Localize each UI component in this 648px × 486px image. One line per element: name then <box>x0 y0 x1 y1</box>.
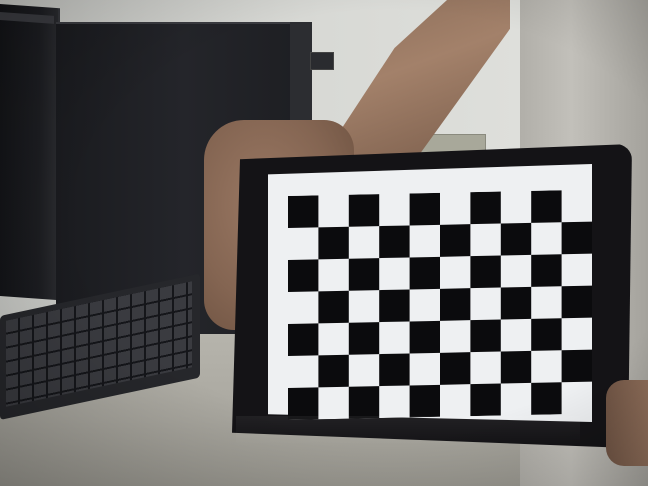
checker-square <box>470 255 501 289</box>
checker-square <box>318 354 349 388</box>
checker-square <box>531 190 562 223</box>
checker-square <box>561 349 592 383</box>
checker-square <box>318 290 349 324</box>
checker-square <box>500 350 532 384</box>
checker-square <box>409 320 440 354</box>
checker-square <box>379 225 410 259</box>
checker-square <box>409 384 440 418</box>
checker-square <box>440 288 471 321</box>
checker-square <box>409 256 440 290</box>
checker-square <box>348 258 380 291</box>
checker-square <box>379 353 410 387</box>
checker-square <box>318 226 349 260</box>
checkerboard-pattern <box>288 189 592 420</box>
checker-square <box>348 194 380 227</box>
checker-square <box>440 224 471 257</box>
checker-square <box>470 191 501 225</box>
checker-square <box>288 323 319 356</box>
checker-square <box>561 221 592 255</box>
checker-square <box>470 319 501 353</box>
checker-square <box>500 286 532 320</box>
checker-square <box>409 192 440 226</box>
checker-square <box>531 254 562 287</box>
checker-square <box>440 352 471 385</box>
checker-square <box>531 382 562 415</box>
checker-square <box>288 259 319 292</box>
photo-scene <box>0 0 648 486</box>
checker-square <box>288 195 319 228</box>
checkerboard-svg <box>288 189 592 420</box>
checker-square <box>470 383 501 417</box>
monitor <box>0 3 60 301</box>
right-hand <box>606 380 648 466</box>
pc-tower-port <box>310 52 334 70</box>
monitor-bezel <box>0 11 54 24</box>
checker-square <box>561 285 592 319</box>
checker-square <box>379 289 410 323</box>
tablet-edge-reflection <box>236 416 580 446</box>
checker-square <box>531 318 562 351</box>
checker-square <box>500 222 532 256</box>
checker-square <box>348 386 380 419</box>
checker-square <box>348 322 380 355</box>
